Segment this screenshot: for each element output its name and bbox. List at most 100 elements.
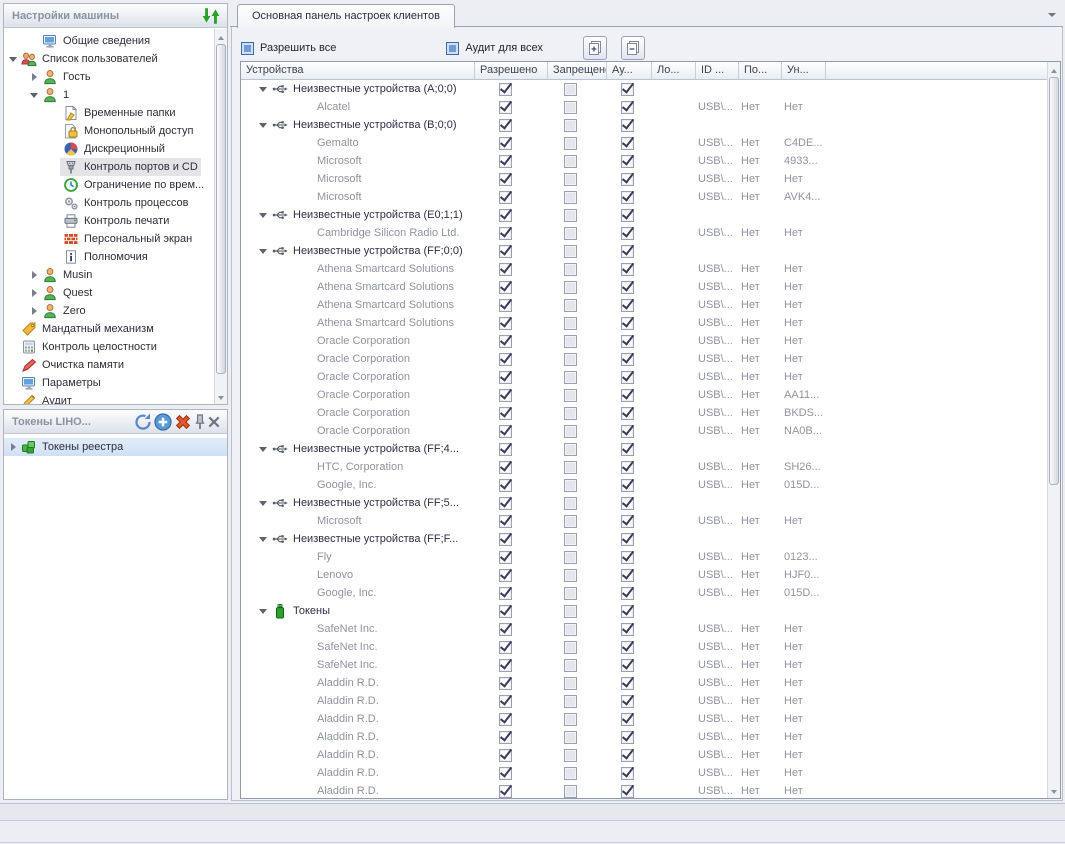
audit-checkbox[interactable] (621, 622, 634, 636)
denied-checkbox[interactable] (564, 424, 577, 438)
column-header-6[interactable]: По... (739, 62, 782, 79)
allow-all-checkbox[interactable]: Разрешить все (241, 41, 336, 55)
tree-expanded-arrow-icon[interactable] (259, 607, 268, 616)
allowed-checkbox[interactable] (499, 100, 512, 114)
allowed-checkbox[interactable] (499, 478, 512, 492)
denied-checkbox[interactable] (564, 640, 577, 654)
sidebar-item-mandatory[interactable]: Мандатный механизм (4, 320, 214, 338)
column-header-5[interactable]: ID ... (696, 62, 739, 79)
tree-collapsed-arrow-icon[interactable] (9, 442, 18, 452)
audit-checkbox[interactable] (621, 262, 634, 276)
sidebar-item-print-control[interactable]: Контроль печати (4, 212, 214, 230)
allowed-checkbox[interactable] (499, 172, 512, 186)
sidebar-item-memory-clean[interactable]: Очистка памяти (4, 356, 214, 374)
denied-checkbox[interactable] (564, 460, 577, 474)
allowed-checkbox[interactable] (499, 748, 512, 762)
allowed-checkbox[interactable] (499, 208, 512, 222)
audit-checkbox[interactable] (621, 568, 634, 582)
tree-collapsed-arrow-icon[interactable] (30, 72, 39, 82)
device-row[interactable]: HTC, Corporation USB\... Нет SH26... (241, 458, 1047, 476)
denied-checkbox[interactable] (564, 514, 577, 528)
allowed-checkbox[interactable] (499, 244, 512, 258)
device-row[interactable]: Oracle Corporation USB\... Нет Нет (241, 332, 1047, 350)
allowed-checkbox[interactable] (499, 154, 512, 168)
sidebar-item-general-info[interactable]: Общие сведения (4, 32, 214, 50)
denied-checkbox[interactable] (564, 730, 577, 744)
allowed-checkbox[interactable] (499, 694, 512, 708)
allowed-checkbox[interactable] (499, 226, 512, 240)
audit-all-checkbox-box[interactable] (446, 41, 460, 55)
allowed-checkbox[interactable] (499, 298, 512, 312)
table-scrollbar[interactable] (1047, 62, 1060, 798)
add-icon[interactable] (153, 412, 173, 432)
allowed-checkbox[interactable] (499, 784, 512, 798)
sidebar-item-discretionary[interactable]: Дискреционный (4, 140, 214, 158)
denied-checkbox[interactable] (564, 298, 577, 312)
allowed-checkbox[interactable] (499, 514, 512, 528)
device-group-row[interactable]: Неизвестные устройства (FF;0;0) (241, 242, 1047, 260)
device-row[interactable]: Oracle Corporation USB\... Нет Нет (241, 350, 1047, 368)
denied-checkbox[interactable] (564, 766, 577, 780)
column-header-4[interactable]: Ло... (652, 62, 696, 79)
denied-checkbox[interactable] (564, 136, 577, 150)
allowed-checkbox[interactable] (499, 424, 512, 438)
sidebar-item-exclusive-access[interactable]: Монопольный доступ (4, 122, 214, 140)
allowed-checkbox[interactable] (499, 82, 512, 96)
denied-checkbox[interactable] (564, 100, 577, 114)
sidebar-item-registry-tokens[interactable]: Токены реестра (4, 438, 227, 456)
sidebar-item-time-limit[interactable]: Ограничение по врем... (4, 176, 214, 194)
sidebar-item-privileges[interactable]: Полномочия (4, 248, 214, 266)
device-group-row[interactable]: Неизвестные устройства (FF;5... (241, 494, 1047, 512)
device-row[interactable]: Athena Smartcard Solutions USB\... Нет Нет (241, 260, 1047, 278)
denied-checkbox[interactable] (564, 748, 577, 762)
expand-all-button[interactable] (582, 36, 607, 60)
device-row[interactable]: Microsoft USB\... Нет AVK4... (241, 188, 1047, 206)
denied-checkbox[interactable] (564, 586, 577, 600)
tab-list-dropdown-icon[interactable] (1047, 11, 1057, 19)
audit-checkbox[interactable] (621, 208, 634, 222)
sidebar-item-user-musin[interactable]: Musin (4, 266, 214, 284)
device-row[interactable]: SafeNet Inc. USB\... Нет Нет (241, 638, 1047, 656)
denied-checkbox[interactable] (564, 226, 577, 240)
denied-checkbox[interactable] (564, 784, 577, 798)
device-row[interactable]: Microsoft USB\... Нет Нет (241, 512, 1047, 530)
scroll-thumb[interactable] (216, 44, 226, 374)
collapse-all-button[interactable] (620, 36, 645, 60)
scroll-thumb[interactable] (1049, 77, 1059, 485)
sidebar-item-user-zero[interactable]: Zero (4, 302, 214, 320)
device-row[interactable]: Oracle Corporation USB\... Нет NA0B... (241, 422, 1047, 440)
audit-checkbox[interactable] (621, 82, 634, 96)
sidebar-item-user-quest[interactable]: Quest (4, 284, 214, 302)
audit-checkbox[interactable] (621, 676, 634, 690)
audit-checkbox[interactable] (621, 532, 634, 546)
column-header-2[interactable]: Запрещено (548, 62, 607, 79)
audit-checkbox[interactable] (621, 172, 634, 186)
audit-checkbox[interactable] (621, 424, 634, 438)
allowed-checkbox[interactable] (499, 136, 512, 150)
sort-arrows-icon[interactable] (201, 6, 221, 26)
allowed-checkbox[interactable] (499, 388, 512, 402)
device-row[interactable]: Gemalto USB\... Нет C4DE... (241, 134, 1047, 152)
audit-checkbox[interactable] (621, 136, 634, 150)
tree-expanded-arrow-icon[interactable] (9, 55, 18, 64)
allowed-checkbox[interactable] (499, 550, 512, 564)
device-row[interactable]: Athena Smartcard Solutions USB\... Нет Нет (241, 278, 1047, 296)
audit-checkbox[interactable] (621, 586, 634, 600)
device-row[interactable]: Aladdin R.D. USB\... Нет Нет (241, 674, 1047, 692)
scroll-up-icon[interactable] (1048, 62, 1060, 75)
denied-checkbox[interactable] (564, 604, 577, 618)
device-group-row[interactable]: Токены (241, 602, 1047, 620)
delete-icon[interactable] (173, 412, 193, 432)
device-row[interactable]: Aladdin R.D. USB\... Нет Нет (241, 728, 1047, 746)
allowed-checkbox[interactable] (499, 622, 512, 636)
denied-checkbox[interactable] (564, 172, 577, 186)
audit-checkbox[interactable] (621, 244, 634, 258)
tab-main-settings[interactable]: Основная панель настроек клиентов (237, 4, 455, 28)
audit-checkbox[interactable] (621, 460, 634, 474)
device-row[interactable]: Athena Smartcard Solutions USB\... Нет Нет (241, 296, 1047, 314)
allowed-checkbox[interactable] (499, 604, 512, 618)
device-group-row[interactable]: Неизвестные устройства (E0;1;1) (241, 206, 1047, 224)
audit-checkbox[interactable] (621, 352, 634, 366)
denied-checkbox[interactable] (564, 154, 577, 168)
audit-checkbox[interactable] (621, 100, 634, 114)
